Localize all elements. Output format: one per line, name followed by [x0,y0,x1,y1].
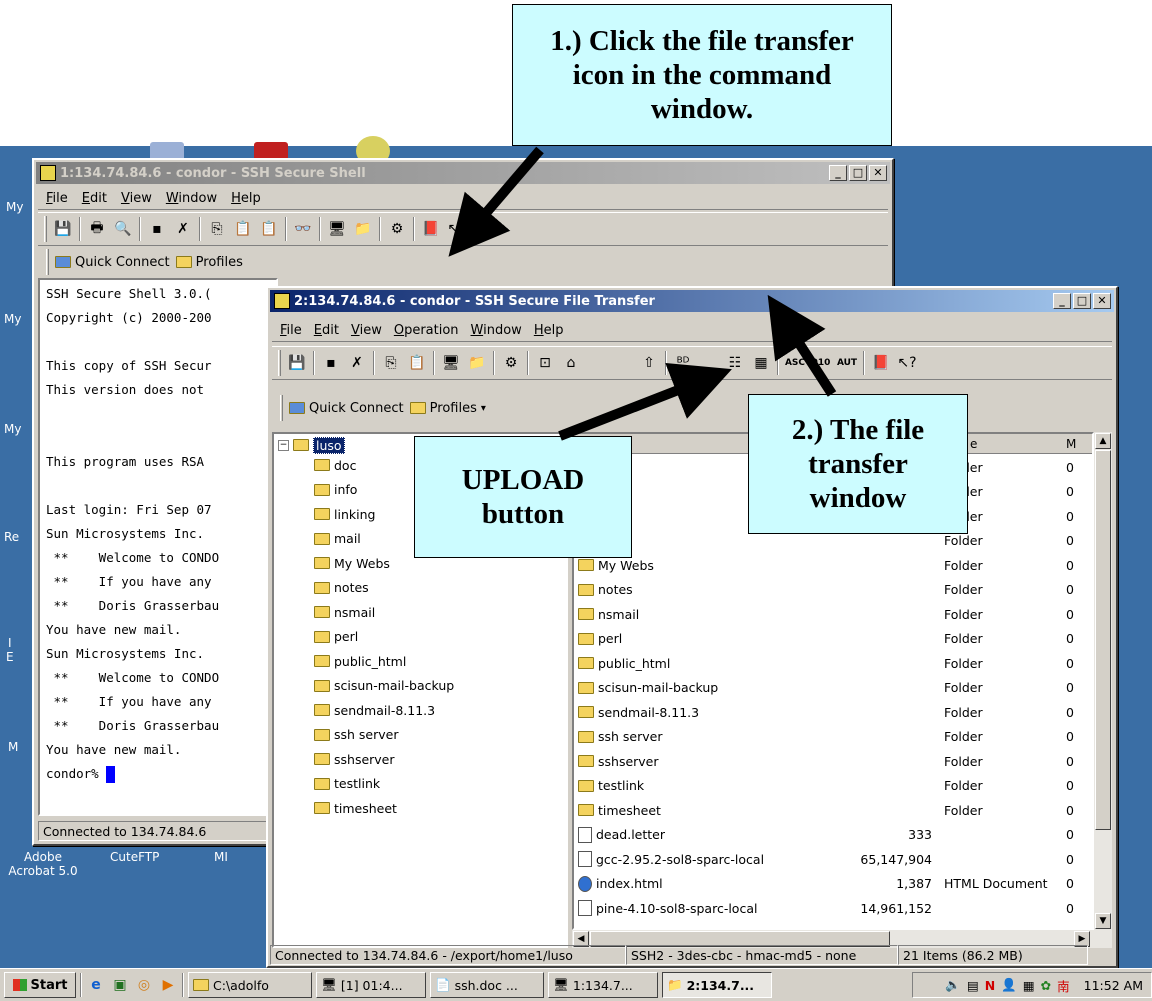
task-label: ssh.doc ... [454,977,518,993]
clock: 11:52 AM [1083,977,1143,993]
task-label: 1:134.7... [572,977,633,993]
internet-explorer-icon[interactable]: e [86,975,106,995]
volume-icon[interactable]: 🔈 [945,977,961,993]
norton-icon[interactable]: N [985,978,995,993]
taskbar: Start e ▣ ◎ ▶ C:\adolfo 🖥 [1] 01:4... 📄 ss… [0,968,1152,1001]
task-ssh-file-transfer[interactable]: 📁 2:134.7... [662,972,772,998]
task-label: 2:134.7... [686,977,755,993]
task-ssh-shell[interactable]: 🖥 1:134.7... [548,972,658,998]
network-icon[interactable]: ▤ [967,978,979,993]
start-label: Start [30,977,68,993]
taskbar-separator [182,973,184,997]
word-doc-icon: 📄 [435,977,451,992]
task-label: C:\adolfo [213,977,269,993]
taskbar-separator [80,973,82,997]
task-explorer-adolfo[interactable]: C:\adolfo [188,972,312,998]
ssh-transfer-icon: 📁 [667,977,683,992]
start-button[interactable]: Start [4,972,76,998]
terminal-icon: 🖥 [321,977,337,992]
arrow-to-sftp-window [767,294,837,397]
arrow-to-file-transfer-icon [448,146,544,257]
outlook-icon[interactable]: ◎ [134,975,154,995]
windows-logo-icon [12,979,27,991]
system-tray: 🔈 ▤ N 👤 ▦ ✿ 南 11:52 AM [912,972,1152,998]
tray-app-icon[interactable]: ▦ [1023,978,1035,993]
task-terminal-1[interactable]: 🖥 [1] 01:4... [316,972,426,998]
arrow-to-upload-button [558,362,732,441]
task-ssh-doc[interactable]: 📄 ssh.doc ... [430,972,544,998]
media-player-icon[interactable]: ▶ [158,975,178,995]
annotation-arrows [448,146,837,441]
folder-icon [193,979,209,991]
tray-app2-icon[interactable]: ✿ [1041,978,1051,993]
user-icon[interactable]: 👤 [1001,977,1017,993]
tray-app3-icon[interactable]: 南 [1057,976,1070,995]
ssh-shell-icon: 🖥 [553,977,569,992]
task-label: [1] 01:4... [340,977,403,993]
desktop-shortcut-icon[interactable]: ▣ [110,975,130,995]
